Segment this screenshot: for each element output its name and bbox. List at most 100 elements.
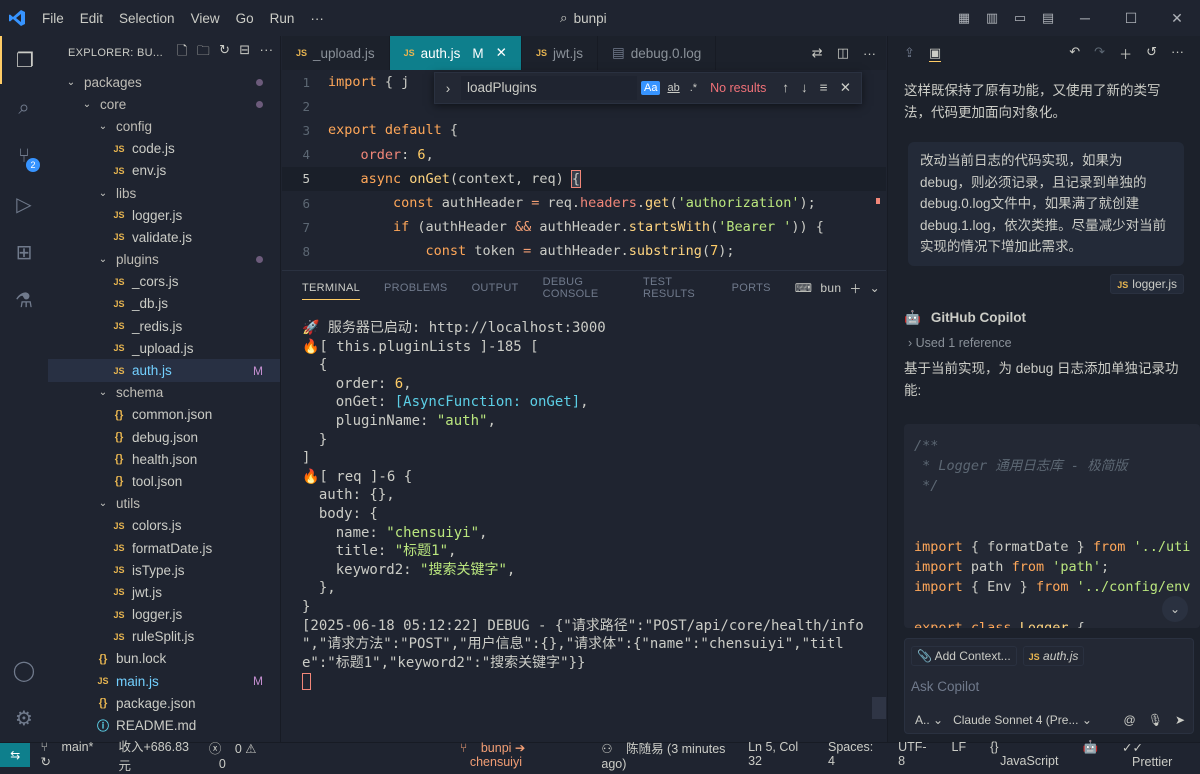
chat-input[interactable]: Ask Copilot bbox=[905, 673, 1193, 694]
find-input[interactable]: loadPlugins bbox=[461, 76, 637, 100]
new-terminal-icon[interactable]: ＋ bbox=[849, 280, 861, 297]
terminal-output[interactable]: 🚀 服务器已启动: http://localhost:3000 🔥[ this.p… bbox=[302, 319, 872, 691]
send-icon[interactable]: ➤ bbox=[1175, 713, 1185, 727]
previous-match-icon[interactable]: ↑ bbox=[782, 80, 789, 96]
mode-picker[interactable]: A.. ⌄ bbox=[915, 713, 943, 727]
undo-icon[interactable]: ↶ bbox=[1069, 44, 1080, 63]
explorer-icon[interactable]: ❐ bbox=[0, 36, 48, 84]
file-item[interactable]: JS ruleSplit.js bbox=[48, 626, 280, 648]
menu-selection[interactable]: Selection bbox=[111, 11, 183, 26]
account-icon[interactable]: ◯ bbox=[0, 646, 48, 694]
file-item[interactable]: JS validate.js bbox=[48, 226, 280, 248]
folder-item[interactable]: ⌄ schema bbox=[48, 382, 280, 404]
tab-ports[interactable]: PORTS bbox=[732, 282, 771, 294]
line-endings[interactable]: LF bbox=[952, 740, 967, 769]
chevron-down-icon[interactable]: ⌄ bbox=[870, 281, 880, 295]
maximize-icon[interactable]: ☐ bbox=[1108, 10, 1154, 27]
model-picker[interactable]: Claude Sonnet 4 (Pre... ⌄ bbox=[953, 713, 1092, 727]
chat-more-icon[interactable]: ··· bbox=[1171, 44, 1184, 63]
used-references[interactable]: › Used 1 reference bbox=[888, 326, 1200, 350]
folder-item[interactable]: ⌄ plugins bbox=[48, 249, 280, 271]
tab-jwt-js[interactable]: JS jwt.js bbox=[522, 36, 598, 70]
chat-view-icon[interactable]: ⇪ bbox=[904, 45, 915, 61]
add-context-button[interactable]: 📎 Add Context... bbox=[911, 646, 1017, 666]
toggle-replace-icon[interactable]: › bbox=[435, 81, 461, 96]
copilot-edits-icon[interactable]: ▣ bbox=[928, 45, 942, 62]
file-item[interactable]: {} package.json bbox=[48, 692, 280, 714]
language-mode[interactable]: {} JavaScript bbox=[990, 740, 1058, 769]
reference-chip[interactable]: JS logger.js bbox=[1110, 273, 1184, 294]
prettier-status[interactable]: ✓✓ Prettier bbox=[1122, 740, 1184, 769]
close-tab-icon[interactable]: ✕ bbox=[496, 45, 507, 61]
run-debug-icon[interactable]: ▷ bbox=[0, 180, 48, 228]
file-item[interactable]: {} tool.json bbox=[48, 470, 280, 492]
menu-run[interactable]: Run bbox=[262, 11, 303, 26]
source-control-icon[interactable]: ⑂ 2 bbox=[0, 132, 48, 180]
indentation[interactable]: Spaces: 4 bbox=[828, 740, 874, 769]
project-indicator[interactable]: ⑂ bunpi ➔ chensuiyi bbox=[460, 740, 578, 769]
tab-auth-js[interactable]: JS auth.js M ✕ bbox=[389, 36, 522, 70]
tab-test-results[interactable]: TEST RESULTS bbox=[643, 276, 708, 300]
more-actions-icon[interactable]: ··· bbox=[259, 42, 273, 64]
tab-debug-console[interactable]: DEBUG CONSOLE bbox=[543, 276, 619, 300]
mention-icon[interactable]: @ bbox=[1124, 713, 1136, 727]
tab-terminal[interactable]: TERMINAL bbox=[302, 282, 361, 300]
tab-output[interactable]: OUTPUT bbox=[472, 282, 519, 294]
git-blame[interactable]: ⚇ 陈随易 (3 minutes ago) bbox=[601, 738, 738, 771]
close-window-icon[interactable]: ✕ bbox=[1154, 10, 1200, 27]
redo-icon[interactable]: ↷ bbox=[1094, 44, 1105, 63]
folder-item[interactable]: ⌄ config bbox=[48, 115, 280, 137]
file-item[interactable]: JS jwt.js bbox=[48, 581, 280, 603]
remote-indicator-icon[interactable]: ⇆ bbox=[0, 742, 31, 767]
tab-problems[interactable]: PROBLEMS bbox=[384, 282, 448, 294]
find-in-selection-icon[interactable]: ≡ bbox=[820, 80, 828, 96]
editor-more-icon[interactable]: ··· bbox=[863, 46, 876, 61]
new-file-icon[interactable]: 🗋 bbox=[177, 42, 188, 64]
testing-icon[interactable]: ⚗ bbox=[0, 276, 48, 324]
refresh-icon[interactable]: ↻ bbox=[219, 42, 230, 64]
new-chat-icon[interactable]: ＋ bbox=[1119, 44, 1132, 63]
file-item[interactable]: {} bun.lock bbox=[48, 648, 280, 670]
match-whole-word-toggle[interactable]: ab bbox=[664, 81, 682, 95]
problems-indicator[interactable]: ⓧ 0 ⚠ 0 bbox=[209, 738, 270, 771]
file-item[interactable]: JS _redis.js bbox=[48, 315, 280, 337]
cursor-position[interactable]: Ln 5, Col 32 bbox=[748, 740, 804, 769]
menu-more[interactable]: ··· bbox=[302, 11, 332, 26]
tab-upload-js[interactable]: JS _upload.js bbox=[282, 36, 390, 70]
toggle-panel-icon[interactable]: ▭ bbox=[1006, 10, 1034, 26]
file-item[interactable]: JS formatDate.js bbox=[48, 537, 280, 559]
terminal-scrollbar[interactable] bbox=[872, 697, 886, 719]
tab-debug-log[interactable]: ▤ debug.0.log bbox=[598, 36, 717, 70]
menu-view[interactable]: View bbox=[183, 11, 228, 26]
file-item[interactable]: JS _upload.js bbox=[48, 337, 280, 359]
file-item[interactable]: JS env.js bbox=[48, 160, 280, 182]
settings-gear-icon[interactable]: ⚙ bbox=[0, 694, 48, 742]
folder-item[interactable]: ⌄ libs bbox=[48, 182, 280, 204]
copilot-status-icon[interactable]: 🤖 bbox=[1082, 740, 1098, 769]
folder-item[interactable]: ⌄ packages bbox=[48, 71, 280, 93]
branch-indicator[interactable]: ⑂ main* ↻ bbox=[40, 740, 100, 769]
file-item[interactable]: JS _db.js bbox=[48, 293, 280, 315]
new-folder-icon[interactable]: 🗀 bbox=[197, 42, 210, 64]
match-case-toggle[interactable]: Aa bbox=[641, 81, 661, 95]
scroll-down-icon[interactable]: ⌄ bbox=[1162, 596, 1188, 622]
compare-changes-icon[interactable]: ⇄ bbox=[812, 45, 823, 61]
next-match-icon[interactable]: ↓ bbox=[801, 80, 808, 96]
menu-go[interactable]: Go bbox=[228, 11, 262, 26]
file-item[interactable]: JS _cors.js bbox=[48, 271, 280, 293]
menu-file[interactable]: File bbox=[34, 11, 72, 26]
file-item[interactable]: JS auth.js M bbox=[48, 359, 280, 382]
folder-item[interactable]: ⌄ utils bbox=[48, 493, 280, 515]
file-item[interactable]: {} debug.json bbox=[48, 426, 280, 448]
file-item[interactable]: JS colors.js bbox=[48, 515, 280, 537]
history-icon[interactable]: ↺ bbox=[1146, 44, 1157, 63]
close-find-icon[interactable]: ✕ bbox=[840, 80, 851, 96]
toggle-primary-sidebar-icon[interactable]: ▥ bbox=[978, 10, 1006, 26]
microphone-icon[interactable]: 🎙 bbox=[1148, 713, 1163, 727]
context-file-chip[interactable]: JS auth.js bbox=[1022, 646, 1085, 666]
extensions-icon[interactable]: ⊞ bbox=[0, 228, 48, 276]
minimize-icon[interactable]: ─ bbox=[1062, 10, 1108, 26]
file-item[interactable]: {} health.json bbox=[48, 448, 280, 470]
income-indicator[interactable]: 收入+686.83元 bbox=[118, 736, 192, 774]
file-item[interactable]: ⓘ README.md bbox=[48, 714, 280, 736]
